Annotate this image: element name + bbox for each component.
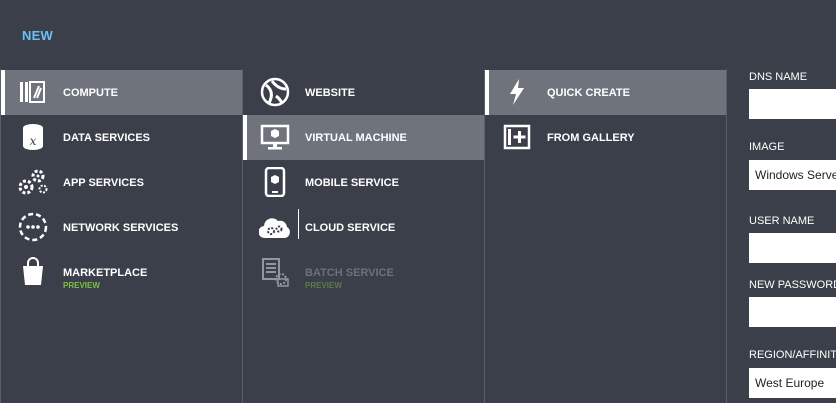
category-label: DATA SERVICES [63, 132, 150, 144]
region-select[interactable]: West Europe [749, 368, 836, 398]
option-label: QUICK CREATE [547, 87, 630, 99]
page-title: NEW [22, 28, 53, 43]
category-label: MARKETPLACE [63, 267, 148, 279]
dns-name-input[interactable] [749, 89, 836, 119]
service-label: BATCH SERVICE [305, 267, 394, 279]
new-password-input[interactable] [749, 297, 836, 327]
service-label: CLOUD SERVICE [305, 222, 396, 234]
network-services-icon [17, 211, 49, 243]
preview-badge: PREVIEW [63, 281, 100, 290]
batch-service-icon [259, 256, 291, 288]
gallery-add-icon [501, 121, 533, 153]
category-marketplace[interactable]: MARKETPLACE PREVIEW [1, 250, 243, 295]
app-services-icon [17, 166, 49, 198]
service-virtual-machine[interactable]: VIRTUAL MACHINE [243, 115, 485, 160]
region-label: REGION/AFFINITY [749, 349, 836, 361]
svg-text:x: x [30, 134, 37, 148]
website-icon [259, 76, 291, 108]
virtual-machine-icon [259, 121, 291, 153]
category-app-services[interactable]: APP SERVICES [1, 160, 243, 205]
service-label: VIRTUAL MACHINE [305, 132, 407, 144]
marketplace-icon [17, 256, 49, 288]
create-option-column: QUICK CREATE FROM GALLERY [484, 69, 727, 403]
option-label: FROM GALLERY [547, 132, 635, 144]
category-label: NETWORK SERVICES [63, 222, 179, 234]
service-cloud-service[interactable]: CLOUD SERVICE [243, 205, 485, 250]
image-select[interactable]: Windows Serve [749, 160, 836, 190]
service-batch-service: BATCH SERVICE PREVIEW [243, 250, 485, 295]
category-compute[interactable]: COMPUTE [1, 70, 243, 115]
lightning-icon [501, 76, 533, 108]
divider [298, 209, 299, 239]
category-network-services[interactable]: NETWORK SERVICES [1, 205, 243, 250]
preview-badge: PREVIEW [305, 281, 342, 290]
category-column: COMPUTE x DATA SERVICES APP SERVICES NET… [0, 69, 243, 403]
category-label: APP SERVICES [63, 177, 144, 189]
option-quick-create[interactable]: QUICK CREATE [485, 70, 727, 115]
user-name-label: USER NAME [749, 215, 815, 227]
service-website[interactable]: WEBSITE [243, 70, 485, 115]
data-services-icon: x [17, 121, 49, 153]
mobile-service-icon [259, 166, 291, 198]
service-mobile-service[interactable]: MOBILE SERVICE [243, 160, 485, 205]
compute-icon [17, 76, 49, 108]
service-label: WEBSITE [305, 87, 356, 99]
dns-name-label: DNS NAME [749, 71, 808, 83]
user-name-input[interactable] [749, 233, 836, 263]
service-column: WEBSITE VIRTUAL MACHINE MOBILE SERVICE C… [242, 69, 485, 403]
service-label: MOBILE SERVICE [305, 177, 399, 189]
option-from-gallery[interactable]: FROM GALLERY [485, 115, 727, 160]
image-label: IMAGE [749, 141, 785, 153]
quick-create-form: DNS NAME IMAGE Windows Serve USER NAME N… [726, 69, 836, 403]
cloud-service-icon [259, 211, 291, 243]
category-data-services[interactable]: x DATA SERVICES [1, 115, 243, 160]
new-password-label: NEW PASSWORD [749, 279, 836, 291]
category-label: COMPUTE [63, 87, 118, 99]
